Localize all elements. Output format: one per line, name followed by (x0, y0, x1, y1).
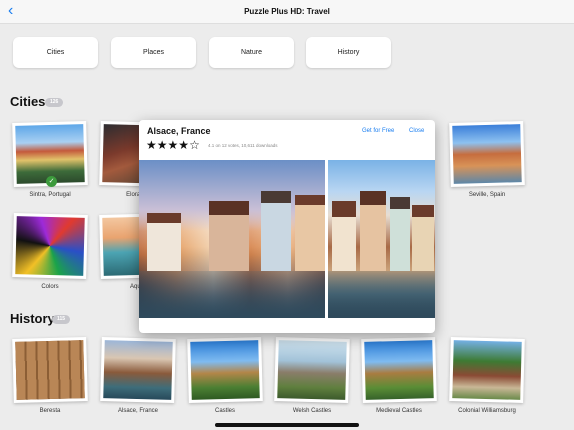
rating-downloads-text: 4.1 on 12 votes, 10,611 downloads (208, 143, 278, 148)
category-button-nature[interactable]: Nature (209, 37, 294, 68)
puzzle-label: Medieval Castles (376, 408, 422, 414)
puzzle-preview-image[interactable] (139, 160, 325, 318)
star-filled-icon: ★ (156, 138, 168, 152)
close-button[interactable]: Close (409, 128, 424, 134)
puzzle-thumbnail (12, 337, 88, 403)
category-button-history[interactable]: History (306, 37, 391, 68)
puzzle-label: Beresta (39, 408, 61, 414)
puzzle-label: Seville, Spain (468, 192, 506, 198)
section-count-badge: 115 (52, 315, 71, 324)
puzzle-tile[interactable]: Alsace, France (100, 337, 176, 414)
puzzle-thumbnail (361, 337, 437, 403)
star-filled-icon: ★ (167, 138, 179, 152)
get-for-free-button[interactable]: Get for Free (362, 128, 394, 134)
puzzle-label: Castles (214, 408, 235, 414)
puzzle-label: Welsh Castles (292, 408, 332, 414)
puzzle-thumbnail (100, 337, 176, 403)
puzzle-tile[interactable]: Castles (187, 337, 263, 414)
puzzle-tile[interactable]: ✓ Sintra, Portugal (12, 121, 88, 198)
puzzle-preview-image[interactable] (328, 160, 435, 318)
popover-title: Alsace, France (147, 126, 211, 136)
puzzle-detail-popover: Alsace, France Get for Free Close ★★★★☆ … (139, 120, 435, 333)
category-button-cities[interactable]: Cities (13, 37, 98, 68)
puzzle-thumbnail (449, 121, 525, 187)
puzzle-tile[interactable]: Seville, Spain (449, 121, 525, 198)
star-empty-icon: ☆ (189, 138, 200, 152)
puzzle-tile[interactable]: Medieval Castles (361, 337, 437, 414)
navigation-bar: ‹ Puzzle Plus HD: Travel (0, 0, 574, 24)
page-title: Puzzle Plus HD: Travel (244, 7, 330, 16)
puzzle-tile[interactable]: Welsh Castles (274, 337, 350, 414)
section-count-badge: 126 (45, 98, 64, 107)
puzzle-tile[interactable]: Beresta (12, 337, 88, 414)
section-title-history: History (10, 311, 55, 326)
puzzle-thumbnail (274, 337, 350, 403)
home-indicator[interactable] (215, 423, 359, 427)
puzzle-thumbnail (187, 337, 263, 403)
puzzle-label: Colors (41, 284, 59, 290)
rating-stars: ★★★★☆ (146, 138, 200, 152)
checkmark-icon: ✓ (46, 176, 57, 187)
puzzle-tile[interactable]: Colors (12, 213, 88, 290)
puzzle-thumbnail (449, 337, 525, 403)
puzzle-thumbnail (12, 213, 88, 279)
star-filled-icon: ★ (178, 138, 190, 152)
puzzle-label: Colonial Williamsburg (458, 408, 516, 414)
puzzle-label: Sintra, Portugal (29, 192, 71, 198)
star-filled-icon: ★ (146, 138, 157, 152)
category-button-places[interactable]: Places (111, 37, 196, 68)
puzzle-label: Alsace, France (117, 408, 159, 414)
puzzle-tile[interactable]: Colonial Williamsburg (449, 337, 525, 414)
section-title-cities: Cities (10, 94, 46, 109)
